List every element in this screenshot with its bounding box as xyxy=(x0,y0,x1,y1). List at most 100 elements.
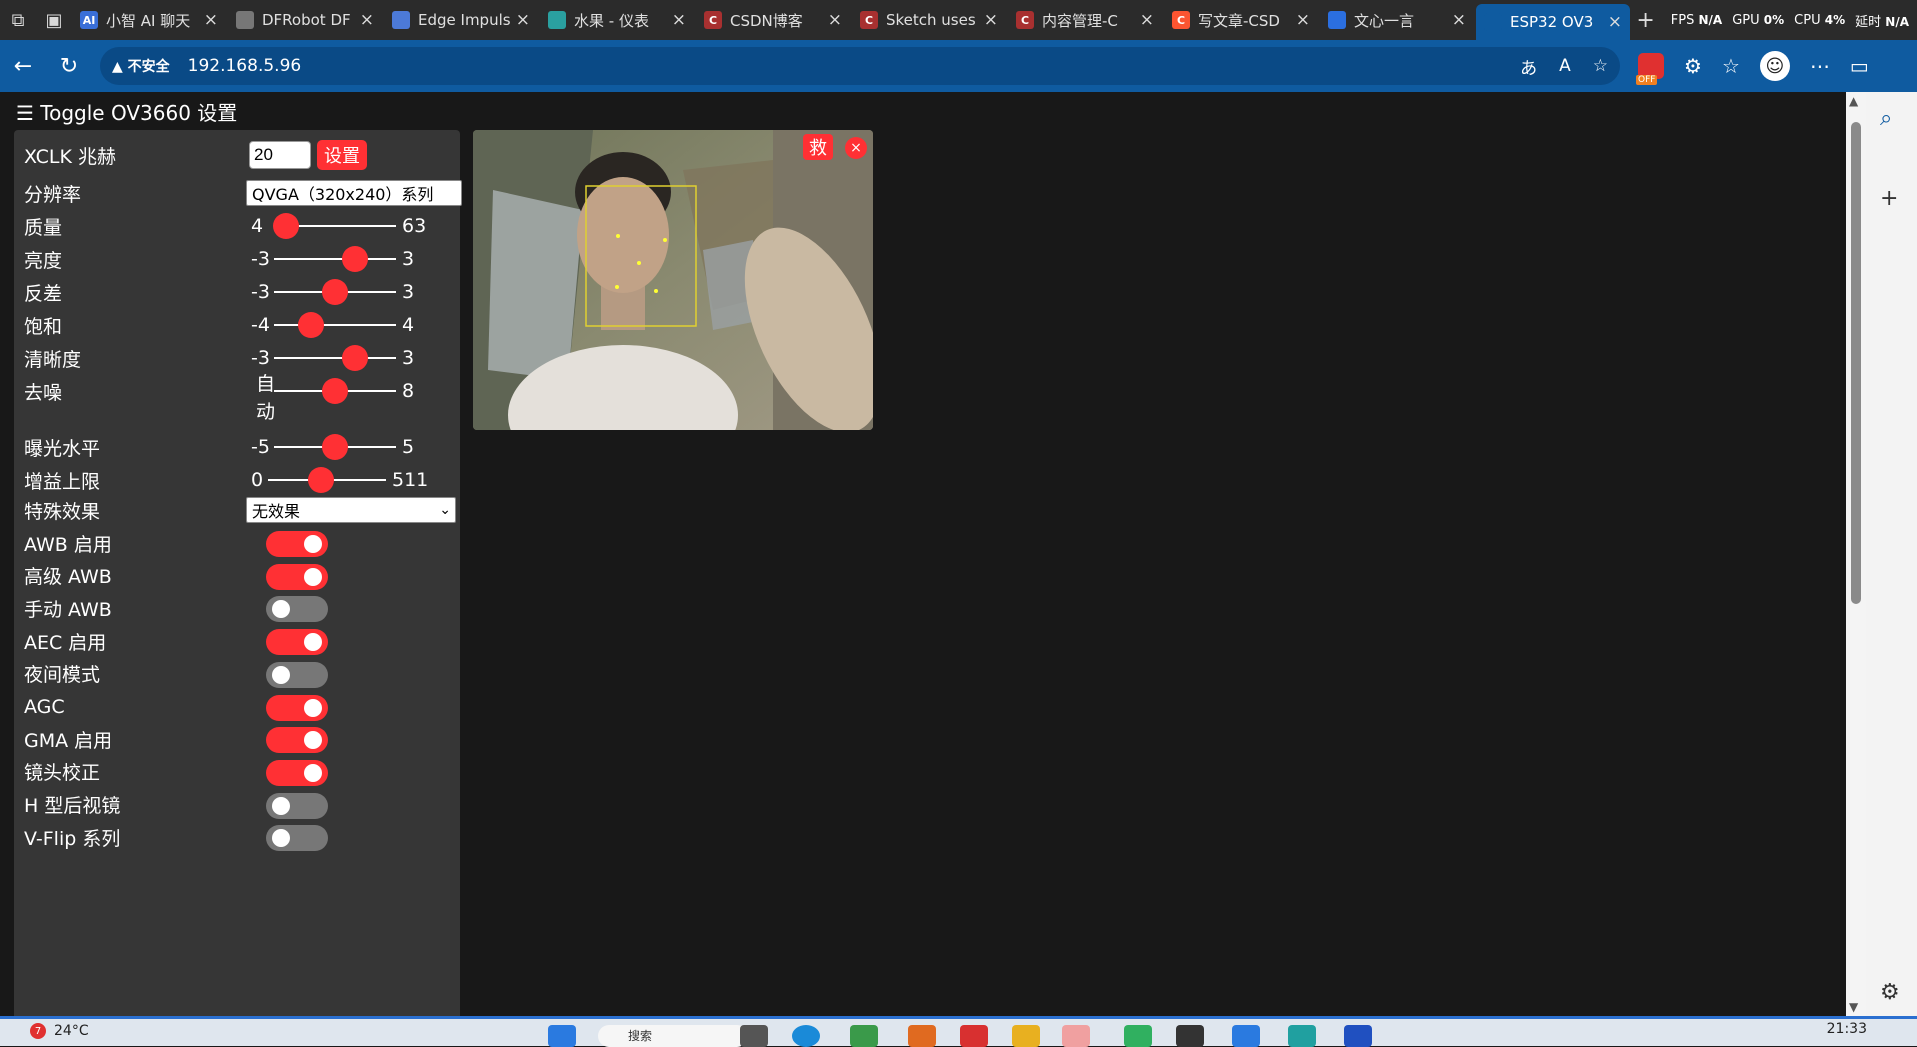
browser-tab[interactable]: 文心一言 × xyxy=(1320,4,1474,36)
weather-widget[interactable]: 7 24°C xyxy=(30,1023,89,1039)
wechat-icon[interactable] xyxy=(1062,1025,1090,1047)
toggle-knob xyxy=(272,665,290,684)
browser-tab[interactable]: C CSDN博客 × xyxy=(696,4,850,36)
toggle-switch[interactable] xyxy=(266,694,328,721)
app-icon-2[interactable] xyxy=(850,1025,878,1047)
taskbar-clock[interactable]: 21:33 xyxy=(1827,1021,1867,1037)
address-bar[interactable]: ▲ 不安全 192.168.5.96 あ A ☆ xyxy=(100,47,1620,85)
toggle-switch[interactable] xyxy=(266,661,328,688)
browser-tab[interactable]: C Sketch uses × xyxy=(852,4,1006,36)
toggle-switch[interactable] xyxy=(266,727,328,754)
browser-tab[interactable]: ESP32 OV3 × xyxy=(1476,4,1630,40)
tab-close-icon[interactable]: × xyxy=(1296,10,1310,30)
sidebar-toggle-icon[interactable]: ▭ xyxy=(1850,54,1869,78)
browser-tab[interactable]: 水果 - 仪表 × xyxy=(540,4,694,36)
browser-tab[interactable]: AI 小智 AI 聊天 × xyxy=(72,4,226,36)
app-icon-3[interactable] xyxy=(908,1025,936,1047)
more-menu-icon[interactable]: ⋯ xyxy=(1810,54,1830,78)
tab-title: ESP32 OV3 xyxy=(1510,13,1594,31)
slider-thumb[interactable] xyxy=(342,345,369,371)
tab-close-icon[interactable]: × xyxy=(984,10,998,30)
slider-thumb[interactable] xyxy=(322,279,348,305)
favorite-star-icon[interactable]: ☆ xyxy=(1593,56,1608,76)
slider-row: 曝光水平 -5 5 xyxy=(24,430,460,464)
vertical-tabs-icon[interactable]: ▣ xyxy=(36,0,72,40)
tab-close-icon[interactable]: × xyxy=(828,10,842,30)
slider-thumb[interactable] xyxy=(297,312,324,338)
tab-close-icon[interactable]: × xyxy=(516,10,530,30)
tab-close-icon[interactable]: × xyxy=(1608,12,1622,32)
page-scrollbar[interactable]: ▲ ▼ xyxy=(1846,92,1866,1016)
task-view-icon[interactable] xyxy=(740,1025,768,1047)
toggle-switch[interactable] xyxy=(266,825,328,852)
tab-close-icon[interactable]: × xyxy=(1140,10,1154,30)
app-icon-4[interactable] xyxy=(960,1025,988,1047)
tab-favicon-icon: C xyxy=(1016,11,1034,29)
tab-close-icon[interactable]: × xyxy=(204,10,218,30)
toggle-switch[interactable] xyxy=(266,563,328,590)
profile-avatar[interactable]: ☺ xyxy=(1759,51,1790,81)
browser-tab[interactable]: DFRobot DF × xyxy=(228,4,382,36)
read-aloud-icon[interactable]: A xyxy=(1559,56,1571,76)
url-text[interactable]: 192.168.5.96 xyxy=(188,56,1498,76)
xclk-set-button[interactable]: 设置 xyxy=(317,140,367,170)
resolution-select[interactable]: QVGA（320x240）系列 xyxy=(246,180,462,206)
extensions-icon[interactable]: ⚙ xyxy=(1684,54,1702,78)
favorites-icon[interactable]: ☆ xyxy=(1722,54,1740,78)
extension-off-icon[interactable]: OFF xyxy=(1636,53,1664,85)
slider-thumb[interactable] xyxy=(322,378,348,404)
slider-thumb[interactable] xyxy=(273,213,300,239)
cpu-readout: CPU 4% xyxy=(1794,12,1846,28)
new-tab-icon[interactable]: + xyxy=(1636,8,1654,33)
slider-max: 4 xyxy=(402,314,415,336)
browser-tab[interactable]: C 内容管理-C × xyxy=(1008,4,1162,36)
tab-close-icon[interactable]: × xyxy=(360,10,374,30)
taskbar-search[interactable]: 搜索 xyxy=(598,1025,748,1047)
translate-icon[interactable]: あ xyxy=(1520,54,1537,79)
tab-close-icon[interactable]: × xyxy=(672,10,686,30)
resolution-label: 分辨率 xyxy=(24,183,82,206)
toggle-switch[interactable] xyxy=(266,596,328,623)
tab-close-icon[interactable]: × xyxy=(1452,10,1466,30)
camera-stream[interactable]: 救 × xyxy=(473,130,873,430)
close-stream-button[interactable]: × xyxy=(845,137,867,159)
browser-tab[interactable]: Edge Impulse × xyxy=(384,4,538,36)
toggle-switch[interactable] xyxy=(266,629,328,656)
edge-app-icon[interactable] xyxy=(792,1025,820,1047)
file-explorer-icon[interactable] xyxy=(1012,1025,1040,1047)
browser-tab[interactable]: C 写文章-CSD × xyxy=(1164,4,1318,36)
taskbar: 7 24°C 搜索 21:33 xyxy=(0,1016,1917,1047)
toggle-switch[interactable] xyxy=(266,759,328,786)
settings-app-icon[interactable] xyxy=(1232,1025,1260,1047)
app-icon-10[interactable] xyxy=(1288,1025,1316,1047)
xclk-input[interactable]: 20 xyxy=(249,141,311,169)
save-stream-button[interactable]: 救 xyxy=(803,134,833,160)
refresh-icon[interactable]: ↻ xyxy=(46,46,92,86)
workspaces-icon[interactable]: ⧉ xyxy=(0,0,36,40)
scroll-down-icon[interactable]: ▼ xyxy=(1849,1000,1858,1014)
slider-track[interactable] xyxy=(274,357,396,359)
search-icon[interactable]: ⌕ xyxy=(1880,106,1892,131)
settings-gear-icon[interactable]: ⚙ xyxy=(1880,980,1900,1005)
app-icon-7[interactable] xyxy=(1124,1025,1152,1047)
page-title[interactable]: ☰ Toggle OV3660 设置 xyxy=(16,97,237,126)
slider-row: 增益上限 0 511 xyxy=(24,463,460,497)
toggle-switch[interactable] xyxy=(266,531,328,557)
effect-select[interactable]: 无效果 ⌄ xyxy=(246,497,456,523)
toggle-switch[interactable] xyxy=(266,792,328,819)
start-icon[interactable] xyxy=(548,1025,576,1047)
add-icon[interactable]: + xyxy=(1880,186,1898,211)
tab-title: 写文章-CSD xyxy=(1198,11,1280,30)
slider-thumb[interactable] xyxy=(308,467,335,493)
toggle-label: GMA 启用 xyxy=(24,729,113,752)
scroll-up-icon[interactable]: ▲ xyxy=(1849,94,1858,108)
slider-thumb[interactable] xyxy=(342,246,369,272)
scrollbar-thumb[interactable] xyxy=(1851,122,1861,604)
terminal-icon[interactable] xyxy=(1176,1025,1204,1047)
security-warning[interactable]: ▲ 不安全 xyxy=(112,56,170,76)
slider-track[interactable] xyxy=(274,258,396,260)
back-icon[interactable]: ← xyxy=(0,46,46,86)
app-icon-11[interactable] xyxy=(1344,1025,1372,1047)
slider-track[interactable] xyxy=(274,324,396,326)
slider-thumb[interactable] xyxy=(322,434,348,460)
